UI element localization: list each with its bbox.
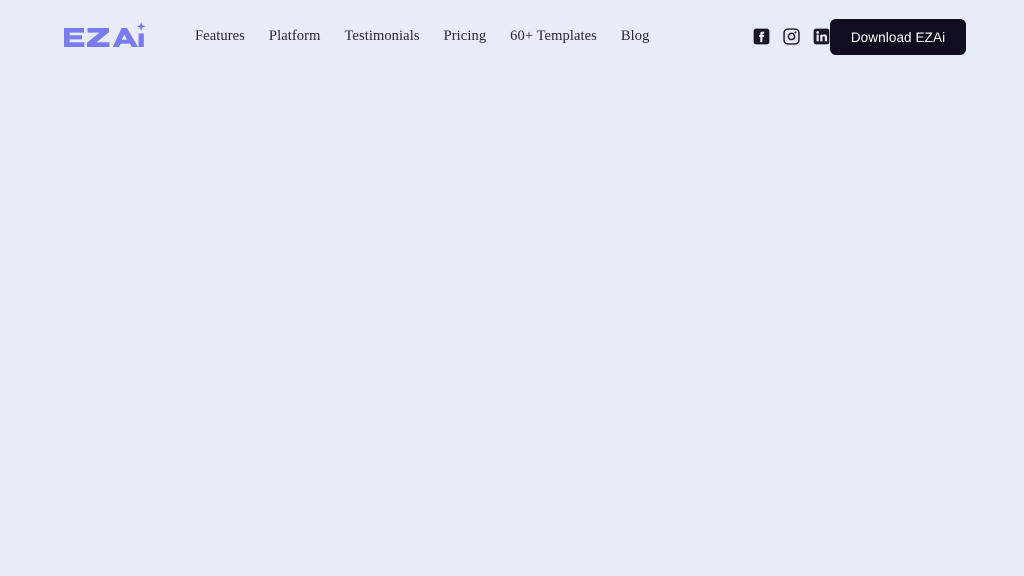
- instagram-icon[interactable]: [783, 28, 800, 45]
- logo[interactable]: [64, 22, 146, 52]
- social-links: [753, 0, 830, 73]
- nav-item-platform[interactable]: Platform: [269, 28, 321, 45]
- nav-item-features[interactable]: Features: [195, 28, 245, 45]
- download-ezai-button[interactable]: Download EZAi: [830, 19, 966, 55]
- primary-navigation: Features Platform Testimonials Pricing 6…: [195, 0, 650, 73]
- main-content-area: [0, 73, 1024, 576]
- linkedin-link[interactable]: [813, 28, 830, 45]
- nav-item-blog[interactable]: Blog: [621, 28, 650, 45]
- nav-item-templates[interactable]: 60+ Templates: [510, 28, 597, 45]
- facebook-icon[interactable]: [753, 28, 770, 45]
- linkedin-icon[interactable]: [813, 28, 830, 45]
- page-root: Features Platform Testimonials Pricing 6…: [0, 0, 1024, 576]
- nav-item-testimonials[interactable]: Testimonials: [344, 28, 419, 45]
- logo-ezai-wordmark: [64, 22, 146, 47]
- instagram-link[interactable]: [783, 28, 800, 45]
- nav-item-pricing[interactable]: Pricing: [444, 28, 487, 45]
- site-header: Features Platform Testimonials Pricing 6…: [0, 0, 1024, 73]
- facebook-link[interactable]: [753, 28, 770, 45]
- sparkle-icon: [136, 22, 146, 31]
